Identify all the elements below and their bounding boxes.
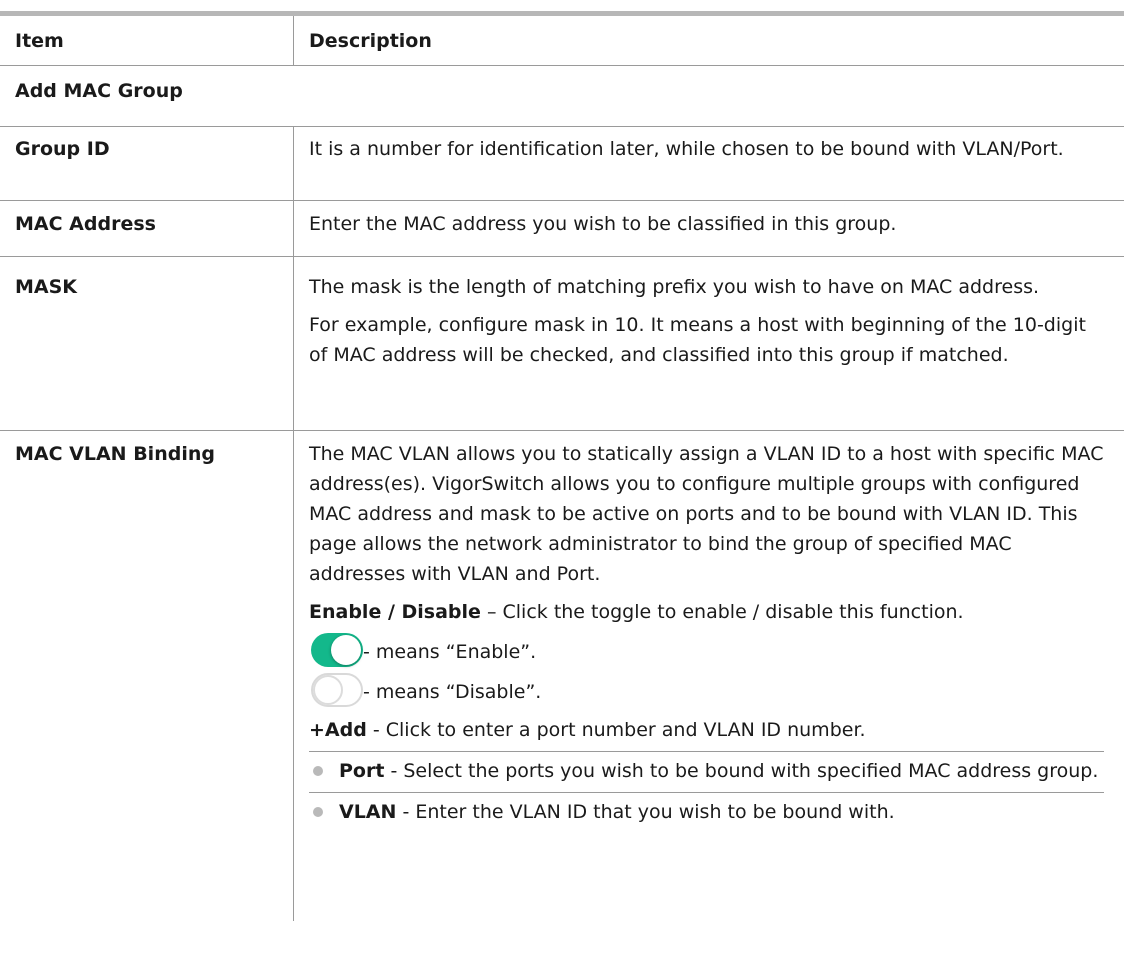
toggle-off-text: - means “Disable”. bbox=[363, 681, 542, 703]
bullet-list-2: VLAN - Enter the VLAN ID that you wish t… bbox=[309, 792, 1104, 827]
item-mac-address: MAC Address bbox=[0, 201, 294, 256]
toggle-on-icon bbox=[311, 633, 363, 667]
enable-disable-term: Enable / Disable bbox=[309, 601, 481, 623]
bullet-vlan-desc: - Enter the VLAN ID that you wish to be … bbox=[396, 801, 895, 823]
table-row-mask: MASK The mask is the length of matching … bbox=[0, 257, 1124, 431]
toggle-off-line: - means “Disable”. bbox=[309, 667, 1104, 707]
table-row-mac-address: MAC Address Enter the MAC address you wi… bbox=[0, 201, 1124, 257]
bullet-vlan-term: VLAN bbox=[339, 801, 397, 823]
enable-disable-desc: – Click the toggle to enable / disable t… bbox=[480, 601, 964, 623]
desc-mac-vlan-binding: The MAC VLAN allows you to statically as… bbox=[309, 443, 1104, 585]
add-line: +Add - Click to enter a port number and … bbox=[309, 715, 1104, 745]
list-item: Port - Select the ports you wish to be b… bbox=[309, 756, 1104, 786]
table-row-group-id: Group ID It is a number for identificati… bbox=[0, 127, 1124, 201]
enable-disable-line: Enable / Disable – Click the toggle to e… bbox=[309, 597, 1104, 627]
header-description: Description bbox=[309, 29, 432, 52]
bullet-port-term: Port bbox=[339, 760, 385, 782]
section-row: Add MAC Group bbox=[0, 66, 1124, 127]
table-header-row: Item Description bbox=[0, 16, 1124, 66]
desc-mask-1: The mask is the length of matching prefi… bbox=[309, 276, 1040, 298]
toggle-on-text: - means “Enable”. bbox=[363, 641, 537, 663]
table-row-mac-vlan-binding: MAC VLAN Binding The MAC VLAN allows you… bbox=[0, 431, 1124, 921]
toggle-on-line: - means “Enable”. bbox=[309, 627, 1104, 667]
bullet-list: Port - Select the ports you wish to be b… bbox=[309, 751, 1104, 786]
bullet-port-desc: - Select the ports you wish to be bound … bbox=[384, 760, 1099, 782]
list-item: VLAN - Enter the VLAN ID that you wish t… bbox=[309, 797, 1104, 827]
bullet-icon bbox=[313, 766, 323, 776]
header-item: Item bbox=[0, 16, 294, 65]
item-mask: MASK bbox=[0, 257, 294, 430]
item-group-id: Group ID bbox=[0, 127, 294, 200]
description-table: Item Description Add MAC Group Group ID … bbox=[0, 16, 1124, 921]
toggle-off-icon bbox=[311, 673, 363, 707]
desc-mac-address: Enter the MAC address you wish to be cla… bbox=[309, 213, 897, 235]
desc-mask-2: For example, configure mask in 10. It me… bbox=[309, 314, 1086, 366]
add-desc: - Click to enter a port number and VLAN … bbox=[366, 719, 866, 741]
item-mac-vlan-binding: MAC VLAN Binding bbox=[0, 431, 294, 921]
section-title: Add MAC Group bbox=[15, 80, 183, 102]
desc-group-id: It is a number for identification later,… bbox=[309, 138, 1064, 160]
add-term: +Add bbox=[309, 719, 367, 741]
bullet-icon bbox=[313, 807, 323, 817]
